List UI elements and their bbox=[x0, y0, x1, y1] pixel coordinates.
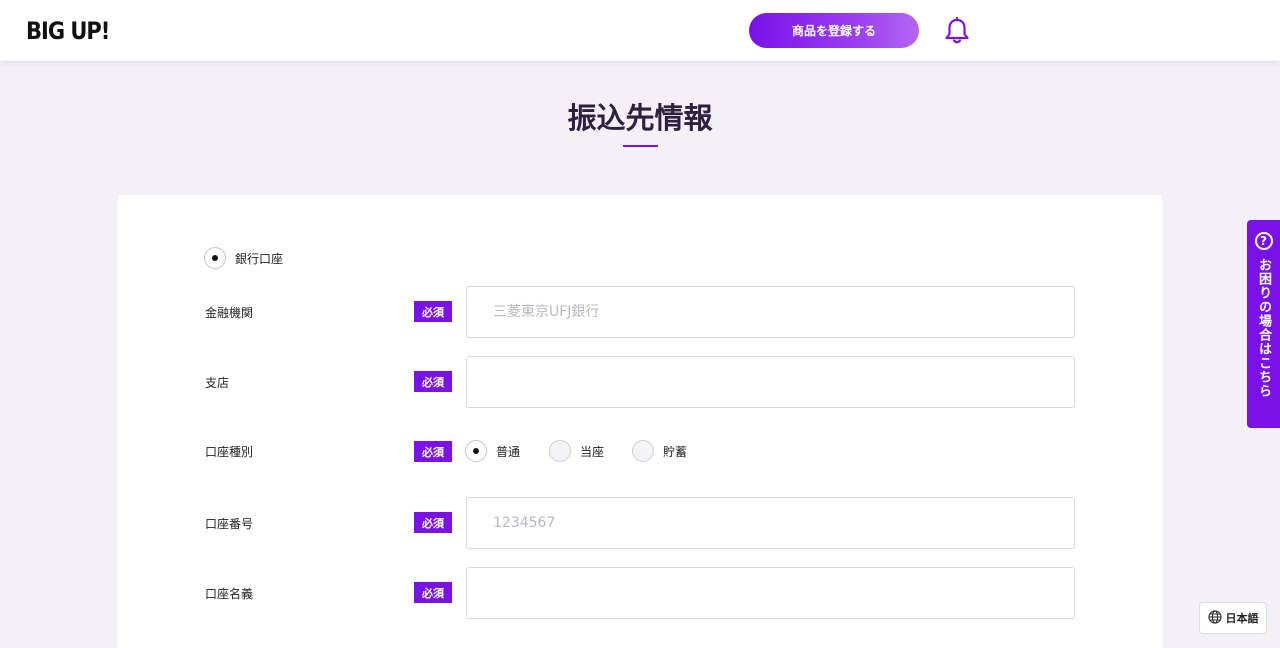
bank-account-label: 銀行口座 bbox=[235, 252, 284, 266]
account-type-label: 口座種別 bbox=[205, 445, 254, 459]
bell-icon[interactable] bbox=[944, 16, 970, 45]
institution-input[interactable] bbox=[466, 286, 1075, 338]
register-product-button[interactable]: 商品を登録する bbox=[749, 13, 919, 48]
logo[interactable]: BIG UP! bbox=[26, 17, 110, 45]
account-type-radio-ordinary[interactable] bbox=[465, 440, 487, 462]
required-badge: 必須 bbox=[414, 512, 452, 533]
branch-input[interactable] bbox=[466, 356, 1075, 408]
institution-label: 金融機関 bbox=[205, 306, 254, 320]
question-circle-icon: ? bbox=[1254, 232, 1273, 250]
required-badge: 必須 bbox=[414, 301, 452, 322]
account-type-option-checking: 当座 bbox=[580, 445, 605, 459]
account-type-option-ordinary: 普通 bbox=[496, 445, 521, 459]
globe-icon bbox=[1207, 609, 1222, 627]
help-tab-label: お困りの場合はこちら bbox=[1256, 258, 1271, 398]
account-name-label: 口座名義 bbox=[205, 587, 254, 601]
account-number-input[interactable] bbox=[466, 497, 1075, 549]
account-name-input[interactable] bbox=[466, 567, 1075, 619]
account-type-option-savings: 貯蓄 bbox=[663, 445, 688, 459]
help-tab[interactable]: ? お困りの場合はこちら bbox=[1247, 220, 1280, 428]
page-title: 振込先情報 bbox=[567, 101, 713, 135]
branch-label: 支店 bbox=[205, 376, 230, 390]
title-underline bbox=[623, 145, 658, 147]
account-type-radio-savings[interactable] bbox=[632, 440, 654, 462]
required-badge: 必須 bbox=[414, 371, 452, 392]
language-label: 日本語 bbox=[1225, 612, 1259, 625]
bank-account-radio[interactable] bbox=[204, 247, 226, 269]
required-badge: 必須 bbox=[414, 441, 452, 462]
language-button[interactable]: 日本語 bbox=[1199, 602, 1267, 634]
account-type-radio-checking[interactable] bbox=[549, 440, 571, 462]
header: BIG UP! 商品を登録する bbox=[0, 0, 1280, 61]
required-badge: 必須 bbox=[414, 582, 452, 603]
account-number-label: 口座番号 bbox=[205, 517, 254, 531]
